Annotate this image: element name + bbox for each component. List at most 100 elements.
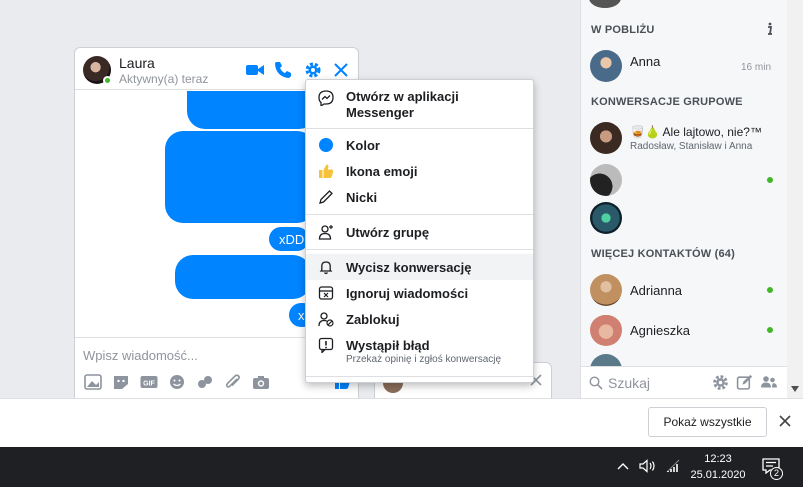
emoji-icon[interactable]	[168, 374, 186, 390]
network-icon[interactable]	[665, 458, 681, 474]
menu-divider	[306, 214, 533, 215]
avatar	[590, 314, 622, 346]
gif-icon[interactable]: GIF	[140, 374, 158, 390]
menu-item-label: Utwórz grupę	[346, 225, 430, 240]
color-swatch-icon	[319, 138, 333, 152]
menu-item-label: Zablokuj	[346, 312, 400, 327]
menu-item-label: Ignoruj wiadomości	[346, 286, 469, 301]
clock-time: 12:23	[704, 453, 732, 465]
chat-status: Aktywny(a) teraz	[119, 72, 209, 86]
clock[interactable]: 12:23 25.01.2020	[686, 451, 750, 483]
contact-item[interactable]: Aa	[581, 350, 789, 366]
message-bubble[interactable]: xDD	[269, 227, 309, 251]
menu-divider	[306, 249, 533, 250]
contact-item[interactable]: Anna 16 min	[581, 46, 789, 86]
menu-item-block[interactable]: Zablokuj	[306, 306, 533, 332]
avatar	[590, 50, 622, 82]
menu-item-label: Kolor	[346, 138, 380, 153]
menu-item-sublabel: Przekaż opinię i zgłoś konwersację	[346, 354, 502, 365]
scrollbar[interactable]	[787, 0, 803, 398]
menu-item-create-group[interactable]: Utwórz grupę	[306, 219, 533, 245]
chat-sidebar: W POBLIŻU Anna 16 min KONWERSACJE GRUPOW…	[580, 0, 803, 398]
group-conversation-item[interactable]	[581, 160, 789, 200]
chat-contact-name[interactable]: Laura	[119, 55, 155, 71]
contact-name: Adrianna	[630, 283, 683, 298]
phone-call-icon[interactable]	[273, 60, 293, 80]
menu-divider	[306, 128, 533, 129]
pencil-icon	[319, 190, 333, 204]
menu-item-label: Wystąpił błąd	[346, 338, 430, 353]
close-icon[interactable]	[331, 60, 351, 80]
taskbar: 12:23 25.01.2020 2	[0, 447, 803, 487]
gear-icon[interactable]	[303, 60, 323, 80]
new-message-icon[interactable]	[736, 374, 753, 391]
chat-options-menu: Otwórz w aplikacji Messenger Kolor Ikona…	[305, 79, 534, 383]
online-indicator	[767, 287, 773, 293]
menu-divider	[306, 376, 533, 377]
thumbs-up-emoji-icon	[319, 164, 334, 178]
menu-item-mute[interactable]: Wycisz konwersację	[306, 254, 533, 280]
online-indicator	[767, 177, 773, 183]
show-all-button[interactable]: Pokaż wszystkie	[648, 407, 767, 437]
menu-item-report-problem[interactable]: Wystąpił błąd Przekaż opinię i zgłoś kon…	[306, 332, 533, 370]
svg-text:GIF: GIF	[143, 381, 155, 388]
info-icon[interactable]	[765, 22, 775, 36]
section-title-more-contacts: WIĘCEJ KONTAKTÓW (64)	[591, 248, 735, 260]
contact-item[interactable]: Adrianna	[581, 270, 789, 310]
message-bubble[interactable]	[175, 255, 311, 299]
close-icon[interactable]	[776, 412, 794, 430]
notification-count-badge: 2	[770, 467, 783, 480]
sticker-icon[interactable]	[112, 374, 130, 390]
block-user-icon	[318, 312, 334, 327]
avatar	[590, 354, 622, 366]
chevron-up-icon[interactable]	[617, 462, 629, 470]
search-icon	[589, 376, 603, 390]
group-title: 🥃🍐 Ale lajtowo, nie?™	[630, 125, 762, 139]
last-active-time: 16 min	[741, 62, 772, 73]
menu-item-color[interactable]: Kolor	[306, 132, 533, 158]
message-bubble[interactable]	[187, 91, 317, 129]
clock-date: 25.01.2020	[690, 469, 746, 481]
messenger-icon	[318, 90, 334, 106]
section-title-groups: KONWERSACJE GRUPOWE	[591, 96, 743, 108]
contact-name: Agnieszka	[630, 323, 690, 338]
group-members: Radosław, Stanisław i Anna	[630, 141, 753, 152]
volume-icon[interactable]	[639, 459, 657, 473]
menu-item-nicknames[interactable]: Nicki	[306, 184, 533, 210]
add-person-icon	[318, 225, 333, 240]
avatar	[590, 274, 622, 306]
message-input[interactable]: Wpisz wiadomość...	[83, 348, 198, 363]
menu-item-label: Wycisz konwersację	[346, 260, 472, 275]
ignore-messages-icon	[318, 286, 334, 300]
warning-icon	[318, 337, 334, 353]
message-bubble[interactable]	[165, 131, 315, 223]
photo-icon[interactable]	[84, 374, 102, 390]
contact-name: Anna	[630, 54, 661, 69]
group-conversation-item[interactable]	[581, 198, 789, 238]
avatar	[590, 164, 622, 196]
menu-item-ignore[interactable]: Ignoruj wiadomości	[306, 280, 533, 306]
online-indicator	[767, 327, 773, 333]
bell-icon	[319, 261, 333, 275]
camera-icon[interactable]	[252, 374, 270, 390]
scroll-down-arrow-icon[interactable]	[791, 386, 799, 392]
sidebar-search-bar: Szukaj	[581, 366, 787, 398]
video-call-icon[interactable]	[245, 60, 265, 80]
create-group-icon[interactable]	[760, 374, 778, 391]
online-indicator	[103, 76, 112, 85]
downloads-bar: Pokaż wszystkie	[0, 398, 803, 447]
group-conversation-item[interactable]: 🥃🍐 Ale lajtowo, nie?™ Radosław, Stanisła…	[581, 118, 789, 158]
menu-item-emoji[interactable]: Ikona emoji	[306, 158, 533, 184]
menu-item-label: Nicki	[346, 190, 378, 205]
attachment-icon[interactable]	[224, 374, 242, 390]
menu-item-label: Ikona emoji	[346, 164, 418, 179]
menu-item-label: Otwórz w aplikacji Messenger	[346, 89, 459, 120]
avatar	[590, 202, 622, 234]
menu-item-open-in-messenger[interactable]: Otwórz w aplikacji Messenger	[306, 86, 533, 124]
gear-icon[interactable]	[712, 374, 729, 391]
section-title-nearby: W POBLIŻU	[591, 24, 655, 36]
avatar[interactable]	[589, 0, 621, 8]
contact-item[interactable]: Agnieszka	[581, 310, 789, 350]
search-input[interactable]: Szukaj	[608, 375, 650, 391]
games-icon[interactable]	[196, 374, 214, 390]
